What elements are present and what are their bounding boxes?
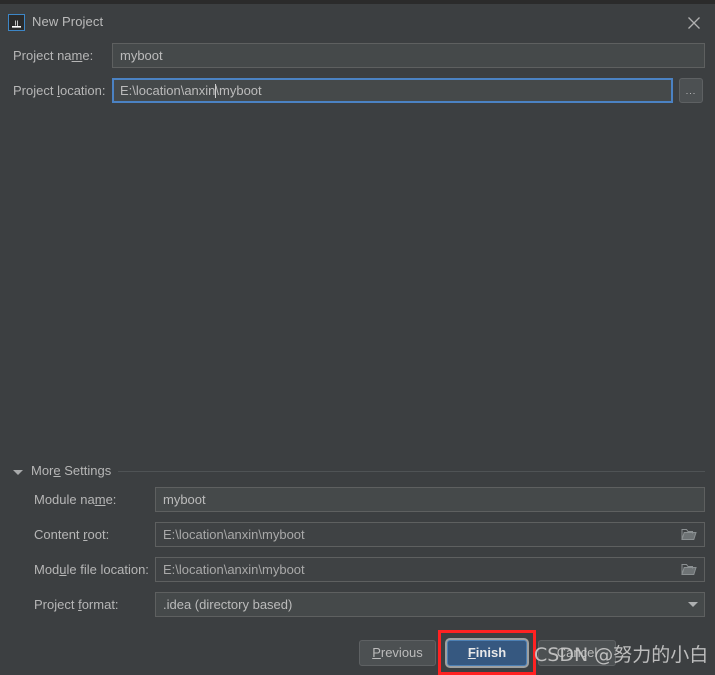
module-file-location-label: Module file location: (34, 562, 149, 577)
window-title: New Project (32, 14, 104, 29)
project-name-value: myboot (120, 48, 163, 63)
project-location-value-before-caret: E:\location\anxin (120, 83, 216, 98)
new-project-dialog: IJ New Project Project name: myboot Proj… (0, 0, 715, 675)
ellipsis-icon: ... (685, 86, 697, 96)
close-icon[interactable] (683, 12, 705, 34)
content-root-input[interactable]: E:\location\anxin\myboot (155, 522, 705, 547)
content-root-folder-icon[interactable] (681, 528, 697, 541)
more-settings-label: More Settings (31, 463, 112, 478)
project-location-value-after-caret: \myboot (215, 83, 262, 98)
module-file-location-folder-icon[interactable] (681, 563, 697, 576)
more-settings-divider (118, 471, 705, 472)
project-format-combobox[interactable]: .idea (directory based) (155, 592, 705, 617)
project-name-input[interactable]: myboot (112, 43, 705, 68)
watermark-text: CSDN @努力的小白 (534, 644, 709, 666)
previous-button[interactable]: Previous (359, 640, 436, 666)
intellij-idea-icon: IJ (8, 14, 25, 31)
project-format-value: .idea (directory based) (163, 597, 293, 612)
module-name-input[interactable]: myboot (155, 487, 705, 512)
project-location-label: Project location: (13, 83, 106, 98)
project-name-label: Project name: (13, 48, 94, 63)
chevron-down-icon[interactable] (688, 602, 698, 607)
title-bar: IJ New Project (0, 0, 715, 37)
project-location-browse-button[interactable]: ... (679, 78, 703, 103)
triangle-down-icon (13, 470, 23, 475)
module-name-label: Module name: (34, 492, 117, 507)
finish-button[interactable]: Finish (447, 640, 527, 666)
content-root-value: E:\location\anxin\myboot (163, 527, 305, 542)
project-location-input[interactable]: E:\location\anxin\myboot (112, 78, 673, 103)
module-file-location-value: E:\location\anxin\myboot (163, 562, 305, 577)
module-name-value: myboot (163, 492, 206, 507)
project-format-label: Project format: (34, 597, 119, 612)
module-file-location-input[interactable]: E:\location\anxin\myboot (155, 557, 705, 582)
content-root-label: Content root: (34, 527, 110, 542)
